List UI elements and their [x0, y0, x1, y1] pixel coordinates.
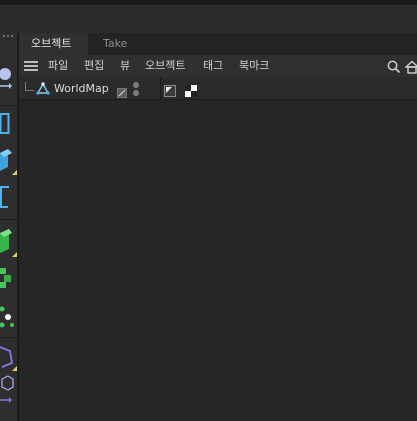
menu-edit[interactable]: 편집 [84, 55, 104, 77]
checker-tag-icon[interactable] [185, 82, 197, 97]
menu-view[interactable]: 뷰 [120, 55, 130, 77]
menu-bookmarks[interactable]: 북마크 [239, 55, 269, 77]
volume-cube-icon[interactable] [0, 373, 17, 395]
move-tool-icon[interactable] [0, 63, 17, 93]
home-icon[interactable] [404, 59, 417, 74]
object-name[interactable]: WorldMap [54, 80, 109, 98]
search-icon[interactable] [387, 59, 401, 74]
menu-bar: 파일 편집 뷰 오브젝트 태그 북마크 [19, 55, 417, 77]
tab-bar: 오브젝트 Take [19, 33, 417, 55]
palette-grip-handle[interactable] [3, 35, 15, 39]
spline-icon[interactable] [0, 183, 17, 213]
deformer-nodes-icon[interactable] [0, 303, 17, 331]
display-tag-icon[interactable] [164, 82, 176, 97]
layer-edit-icon[interactable] [117, 83, 127, 98]
generator-cube-icon[interactable] [0, 227, 17, 257]
field-icon[interactable] [0, 343, 17, 371]
cube-icon[interactable] [0, 145, 17, 175]
select-frame-icon[interactable] [0, 111, 17, 137]
hamburger-menu-icon[interactable] [24, 61, 38, 71]
arrow-right-icon[interactable] [0, 393, 17, 407]
tree-branch-line [25, 82, 34, 91]
tab-take[interactable]: Take [91, 33, 139, 55]
menu-file[interactable]: 파일 [48, 55, 68, 77]
tab-objects[interactable]: 오브젝트 [19, 33, 88, 55]
menu-objects[interactable]: 오브젝트 [145, 55, 185, 77]
menu-tags[interactable]: 태그 [203, 55, 223, 77]
tool-palette [0, 33, 17, 421]
cloner-icon[interactable] [0, 265, 17, 295]
null-object-icon [36, 81, 50, 95]
object-manager-window: 오브젝트 Take 파일 편집 뷰 오브젝트 태그 북마크 WorldMap [0, 0, 417, 421]
object-list-area [19, 100, 417, 421]
tree-item-worldmap[interactable]: WorldMap [19, 80, 159, 98]
visibility-toggle-icon[interactable] [133, 82, 139, 96]
top-toolbar-area [0, 5, 417, 33]
